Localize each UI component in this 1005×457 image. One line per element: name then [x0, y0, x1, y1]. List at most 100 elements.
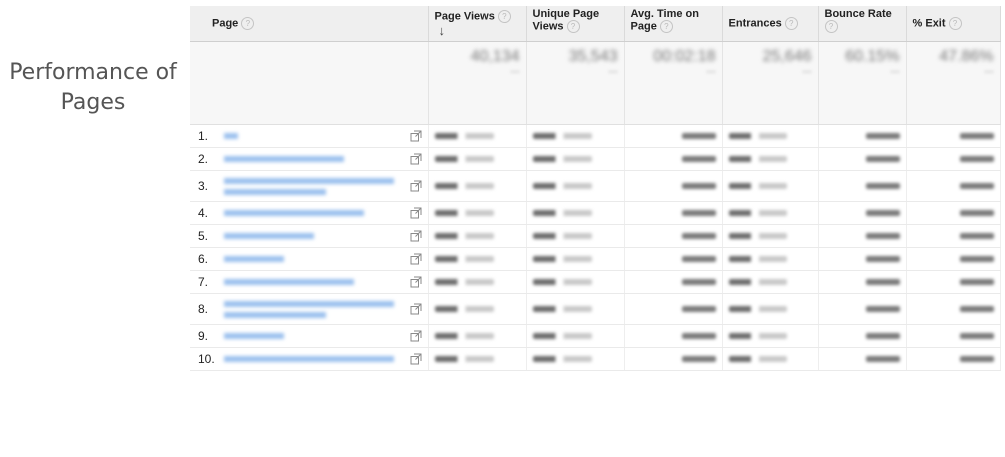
- help-icon[interactable]: ?: [566, 20, 580, 33]
- cell-avg-time: [624, 224, 723, 248]
- cell-bounce-rate: [818, 324, 907, 348]
- blurred-value: [532, 133, 593, 139]
- external-link-icon[interactable]: [410, 253, 422, 265]
- external-link-icon[interactable]: [410, 303, 422, 315]
- page-path-cell: [218, 324, 429, 348]
- blurred-value: [681, 133, 716, 139]
- column-header-avg-time-on-page[interactable]: Avg. Time on Page?: [624, 6, 723, 42]
- blurred-value: [959, 210, 994, 216]
- cell-unique-page-views: [526, 147, 625, 171]
- page-path-link[interactable]: [224, 154, 344, 164]
- column-header-unique-page-views[interactable]: Unique Page Views?: [526, 6, 625, 42]
- blurred-value: [532, 210, 593, 216]
- totals-unique-sub: —: [608, 66, 618, 76]
- external-link-icon[interactable]: [410, 130, 422, 142]
- blurred-value: [959, 279, 994, 285]
- help-icon[interactable]: ?: [784, 17, 798, 30]
- cell-unique-page-views: [526, 170, 625, 202]
- cell-exit: [906, 270, 1001, 294]
- help-icon[interactable]: ?: [948, 17, 962, 30]
- totals-exit-sub: —: [984, 66, 994, 76]
- help-icon[interactable]: ?: [659, 20, 673, 33]
- external-link-icon[interactable]: [410, 180, 422, 192]
- page-path-link[interactable]: [224, 331, 284, 341]
- page-path-link[interactable]: [224, 208, 364, 218]
- totals-unique-page-views: 35,543—: [526, 41, 625, 125]
- blurred-value: [959, 133, 994, 139]
- table-row: 6.: [190, 247, 1001, 271]
- external-link-icon[interactable]: [410, 207, 422, 219]
- blurred-value: [728, 279, 787, 285]
- cell-entrances: [722, 347, 819, 371]
- external-link-icon[interactable]: [410, 153, 422, 165]
- external-link-icon[interactable]: [410, 353, 422, 365]
- cell-page-views: [428, 293, 527, 325]
- blurred-value: [434, 233, 495, 239]
- cell-unique-page-views: [526, 247, 625, 271]
- cell-entrances: [722, 247, 819, 271]
- blurred-value: [681, 356, 716, 362]
- blurred-value: [532, 356, 593, 362]
- cell-bounce-rate: [818, 170, 907, 202]
- sort-descending-icon[interactable]: ↓: [439, 23, 446, 38]
- row-index: 1.: [190, 124, 218, 148]
- page-path-link[interactable]: [224, 231, 314, 241]
- page-path-cell: [218, 293, 429, 325]
- cell-exit: [906, 124, 1001, 148]
- cell-avg-time: [624, 324, 723, 348]
- row-index: 3.: [190, 170, 218, 202]
- totals-bounce-sub: —: [890, 66, 900, 76]
- page-path-cell: [218, 170, 429, 202]
- page-path-link[interactable]: [224, 176, 394, 196]
- column-header-page-views[interactable]: Page Views ?↓: [428, 6, 527, 42]
- external-link-icon[interactable]: [410, 330, 422, 342]
- table-row: 4.: [190, 201, 1001, 225]
- row-index: 7.: [190, 270, 218, 294]
- help-icon[interactable]: ?: [824, 20, 838, 33]
- cell-page-views: [428, 224, 527, 248]
- page-path-cell: [218, 224, 429, 248]
- cell-avg-time: [624, 347, 723, 371]
- cell-avg-time: [624, 293, 723, 325]
- blurred-value: [865, 306, 900, 312]
- table-row: 5.: [190, 224, 1001, 248]
- column-header-exit[interactable]: % Exit?: [906, 6, 1001, 42]
- external-link-icon[interactable]: [410, 230, 422, 242]
- cell-exit: [906, 324, 1001, 348]
- blurred-value: [865, 183, 900, 189]
- blurred-value: [532, 183, 593, 189]
- page-path-cell: [218, 201, 429, 225]
- blurred-value: [865, 256, 900, 262]
- blurred-value: [728, 183, 787, 189]
- help-icon[interactable]: ?: [497, 9, 511, 23]
- external-link-icon[interactable]: [410, 276, 422, 288]
- column-header-page[interactable]: Page?: [190, 6, 429, 42]
- cell-avg-time: [624, 201, 723, 225]
- table-header-row: Page? Page Views ?↓ Unique Page Views? Av…: [190, 6, 1001, 42]
- blurred-value: [434, 306, 495, 312]
- column-header-entrances[interactable]: Entrances?: [722, 6, 819, 42]
- blurred-value: [865, 333, 900, 339]
- page-path-link[interactable]: [224, 277, 354, 287]
- cell-avg-time: [624, 170, 723, 202]
- cell-unique-page-views: [526, 224, 625, 248]
- page-path-link[interactable]: [224, 131, 238, 141]
- cell-exit: [906, 224, 1001, 248]
- page-path-cell: [218, 270, 429, 294]
- page-path-link[interactable]: [224, 254, 284, 264]
- page-path-link[interactable]: [224, 299, 394, 319]
- help-icon[interactable]: ?: [241, 17, 255, 30]
- blurred-value: [728, 233, 787, 239]
- blurred-value: [728, 333, 787, 339]
- cell-entrances: [722, 293, 819, 325]
- column-header-bounce-rate[interactable]: Bounce Rate?: [818, 6, 907, 42]
- totals-entrances: 25,646—: [722, 41, 819, 125]
- row-index: 6.: [190, 247, 218, 271]
- cell-entrances: [722, 224, 819, 248]
- cell-bounce-rate: [818, 201, 907, 225]
- blurred-value: [728, 133, 787, 139]
- cell-unique-page-views: [526, 293, 625, 325]
- cell-page-views: [428, 147, 527, 171]
- blurred-value: [532, 233, 593, 239]
- page-path-link[interactable]: [224, 354, 394, 364]
